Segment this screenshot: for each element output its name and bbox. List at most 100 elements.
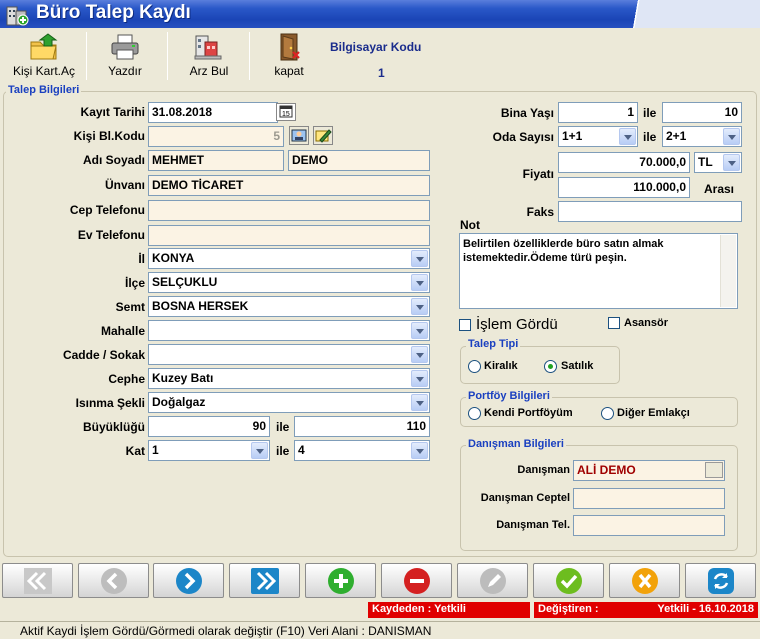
- cephe-select[interactable]: Kuzey Batı: [148, 368, 430, 389]
- delete-button[interactable]: [381, 563, 452, 598]
- ev-telefonu-label: Ev Telefonu: [77, 228, 145, 242]
- fiyat-min-field[interactable]: 70.000,0: [558, 152, 690, 173]
- edit-pencil-icon: [315, 129, 332, 143]
- il-select[interactable]: KONYA: [148, 248, 430, 269]
- mahalle-select[interactable]: [148, 320, 430, 341]
- x-cancel-icon: [632, 568, 658, 594]
- semt-label: Semt: [115, 300, 145, 314]
- calendar-button[interactable]: 15: [276, 103, 296, 121]
- oda-max-value: 2+1: [666, 129, 687, 143]
- chevron-down-icon[interactable]: [411, 370, 428, 387]
- asansor-checkbox[interactable]: [608, 317, 620, 329]
- buyukluk-ile-label: ile: [276, 420, 290, 434]
- window-title: Büro Talep Kaydı: [36, 2, 191, 23]
- unvani-field[interactable]: DEMO TİCARET: [148, 175, 430, 196]
- kat-min-value: 1: [152, 443, 159, 457]
- chevron-down-icon[interactable]: [411, 346, 428, 363]
- unvani-label: Ünvanı: [104, 178, 145, 192]
- kat-max-select[interactable]: 4: [294, 440, 430, 461]
- satilik-radio[interactable]: [544, 360, 557, 373]
- next-record-button[interactable]: [153, 563, 224, 598]
- chevron-down-icon[interactable]: [723, 154, 740, 171]
- print-button[interactable]: Yazdır: [92, 32, 158, 82]
- bina-yasi-min-field[interactable]: 1: [558, 102, 638, 123]
- faks-field[interactable]: [558, 201, 742, 222]
- refresh-icon: [708, 568, 734, 594]
- save-button[interactable]: [533, 563, 604, 598]
- search-offer-icon: [194, 35, 222, 60]
- diger-emlakci-radio[interactable]: [601, 407, 614, 420]
- double-chevron-left-icon: [24, 568, 52, 594]
- not-label: Not: [460, 218, 480, 232]
- chevron-down-icon[interactable]: [411, 250, 428, 267]
- svg-text:15: 15: [282, 111, 290, 118]
- islem-gordu-checkbox[interactable]: [459, 319, 471, 331]
- chevron-down-icon[interactable]: [251, 442, 268, 459]
- danisman-ceptel-field[interactable]: [573, 488, 725, 509]
- currency-select[interactable]: TL: [694, 152, 742, 173]
- not-textarea[interactable]: Belirtilen özelliklerde büro satın almak…: [459, 233, 738, 309]
- chevron-down-icon[interactable]: [411, 322, 428, 339]
- close-button[interactable]: kapat: [256, 32, 322, 82]
- ev-telefonu-field[interactable]: [148, 225, 430, 246]
- faks-label: Faks: [526, 205, 554, 219]
- toolbar-label: Kişi Kart.Aç: [12, 64, 75, 78]
- kayit-tarihi-field[interactable]: 31.08.2018: [148, 102, 278, 123]
- cephe-label: Cephe: [108, 372, 145, 386]
- buyukluk-min-field[interactable]: 90: [148, 416, 270, 437]
- soyadi-field[interactable]: DEMO: [288, 150, 430, 171]
- last-record-button[interactable]: [229, 563, 300, 598]
- isinma-sekli-value: Doğalgaz: [152, 395, 206, 409]
- chevron-down-icon[interactable]: [619, 128, 636, 145]
- danisman-field[interactable]: ALİ DEMO: [573, 460, 725, 481]
- title-bar: Büro Talep Kaydı: [0, 0, 760, 28]
- chevron-down-icon[interactable]: [411, 394, 428, 411]
- adi-field[interactable]: MEHMET: [148, 150, 284, 171]
- bina-yasi-max-field[interactable]: 10: [662, 102, 742, 123]
- app-building-icon: [6, 6, 29, 26]
- ilce-label: İlçe: [124, 276, 145, 290]
- danisman-tel-label: Danışman Tel.: [496, 519, 570, 531]
- not-scrollbar[interactable]: [720, 235, 736, 307]
- currency-value: TL: [698, 155, 713, 169]
- add-button[interactable]: [305, 563, 376, 598]
- danisman-lookup-button[interactable]: [705, 462, 723, 478]
- cadde-sokak-select[interactable]: [148, 344, 430, 365]
- kisi-bl-kodu-field[interactable]: 5: [148, 126, 284, 147]
- refresh-button[interactable]: [685, 563, 756, 598]
- computer-code-label: Bilgisayar Kodu: [330, 40, 422, 54]
- person-lookup-button[interactable]: [289, 126, 309, 145]
- edit-button[interactable]: [457, 563, 528, 598]
- ilce-select[interactable]: SELÇUKLU: [148, 272, 430, 293]
- danisman-tel-field[interactable]: [573, 515, 725, 536]
- kendi-portfoy-radio[interactable]: [468, 407, 481, 420]
- chevron-right-icon: [176, 568, 202, 594]
- diger-emlakci-label: Diğer Emlakçı: [617, 407, 690, 419]
- oda-max-select[interactable]: 2+1: [662, 126, 742, 147]
- asansor-label: Asansör: [624, 317, 669, 329]
- toolbar-separator: [167, 32, 168, 80]
- isinma-sekli-select[interactable]: Doğalgaz: [148, 392, 430, 413]
- open-person-card-button[interactable]: Kişi Kart.Aç: [4, 32, 84, 82]
- bina-yasi-ile-label: ile: [643, 106, 657, 120]
- toolbar-label: kapat: [274, 64, 304, 78]
- previous-record-button[interactable]: [78, 563, 149, 598]
- first-record-button[interactable]: [2, 563, 73, 598]
- kiralik-radio[interactable]: [468, 360, 481, 373]
- cep-telefonu-field[interactable]: [148, 200, 430, 221]
- chevron-down-icon[interactable]: [411, 274, 428, 291]
- kat-min-select[interactable]: 1: [148, 440, 270, 461]
- chevron-down-icon[interactable]: [411, 298, 428, 315]
- find-offer-button[interactable]: Arz Bul: [174, 32, 244, 82]
- semt-select[interactable]: BOSNA HERSEK: [148, 296, 430, 317]
- chevron-down-icon[interactable]: [723, 128, 740, 145]
- computer-code-value: 1: [378, 66, 385, 80]
- buyukluk-max-field[interactable]: 110: [294, 416, 430, 437]
- adi-soyadi-label: Adı Soyadı: [82, 153, 145, 167]
- cancel-button[interactable]: [609, 563, 680, 598]
- chevron-down-icon[interactable]: [411, 442, 428, 459]
- kat-ile-label: ile: [276, 444, 290, 458]
- person-edit-button[interactable]: [313, 126, 333, 145]
- fiyat-max-field[interactable]: 110.000,0: [558, 177, 690, 198]
- oda-min-select[interactable]: 1+1: [558, 126, 638, 147]
